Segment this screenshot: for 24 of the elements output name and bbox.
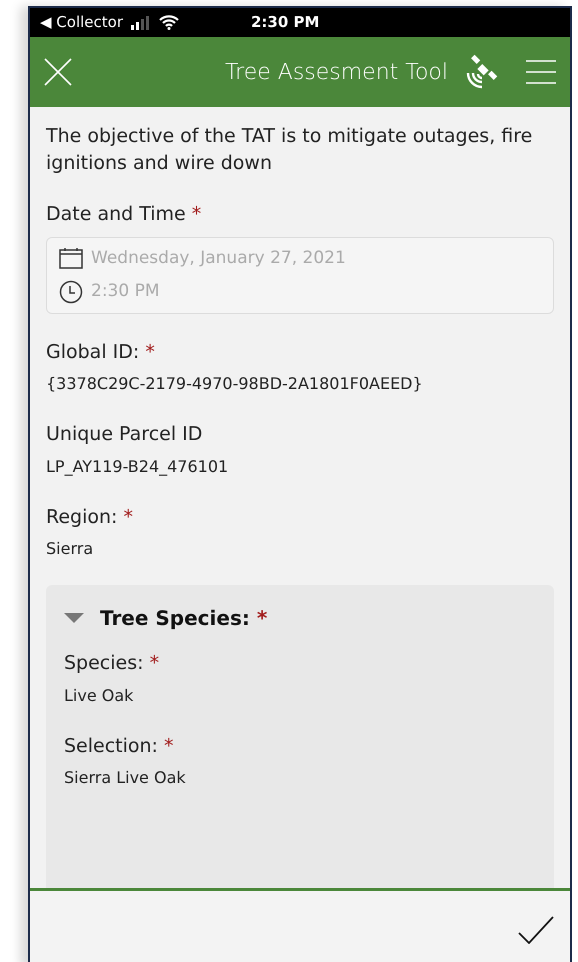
field-value: Live Oak — [64, 684, 134, 707]
clock-icon — [59, 280, 83, 304]
field-label: Region: * — [46, 504, 134, 530]
field-value: {3378C29C-2179-4970-98BD-2A1801F0AEED} — [46, 373, 424, 396]
field-value: Sierra — [46, 538, 94, 560]
wifi-icon — [159, 15, 179, 30]
intro-text: The objective of the TAT is to mitigate outages, fire ignitions and wire down — [46, 124, 534, 176]
checkmark-icon[interactable] — [518, 916, 554, 944]
menu-icon[interactable] — [526, 59, 556, 85]
field-label: Species: * — [64, 651, 160, 676]
field-label: Tree Species: * — [100, 605, 268, 632]
field-label: Global ID: * — [46, 340, 156, 365]
signal-icon — [131, 16, 151, 30]
group-header[interactable]: Tree Species: * — [64, 603, 536, 634]
field-label: Unique Parcel ID — [46, 422, 204, 448]
back-link[interactable]: ◀ Collector — [40, 11, 123, 34]
field-label: Selection: * — [64, 734, 175, 759]
close-icon[interactable] — [44, 58, 72, 86]
field-label: Date and Time * — [46, 202, 202, 228]
calendar-icon — [59, 247, 83, 270]
clock-time: 2:30 PM — [251, 12, 320, 34]
field-value: LP_AY119-B24_476101 — [46, 456, 230, 478]
app-title: Tree Assesment Tool — [224, 58, 448, 86]
field-value: Sierra Live Oak — [64, 767, 187, 790]
